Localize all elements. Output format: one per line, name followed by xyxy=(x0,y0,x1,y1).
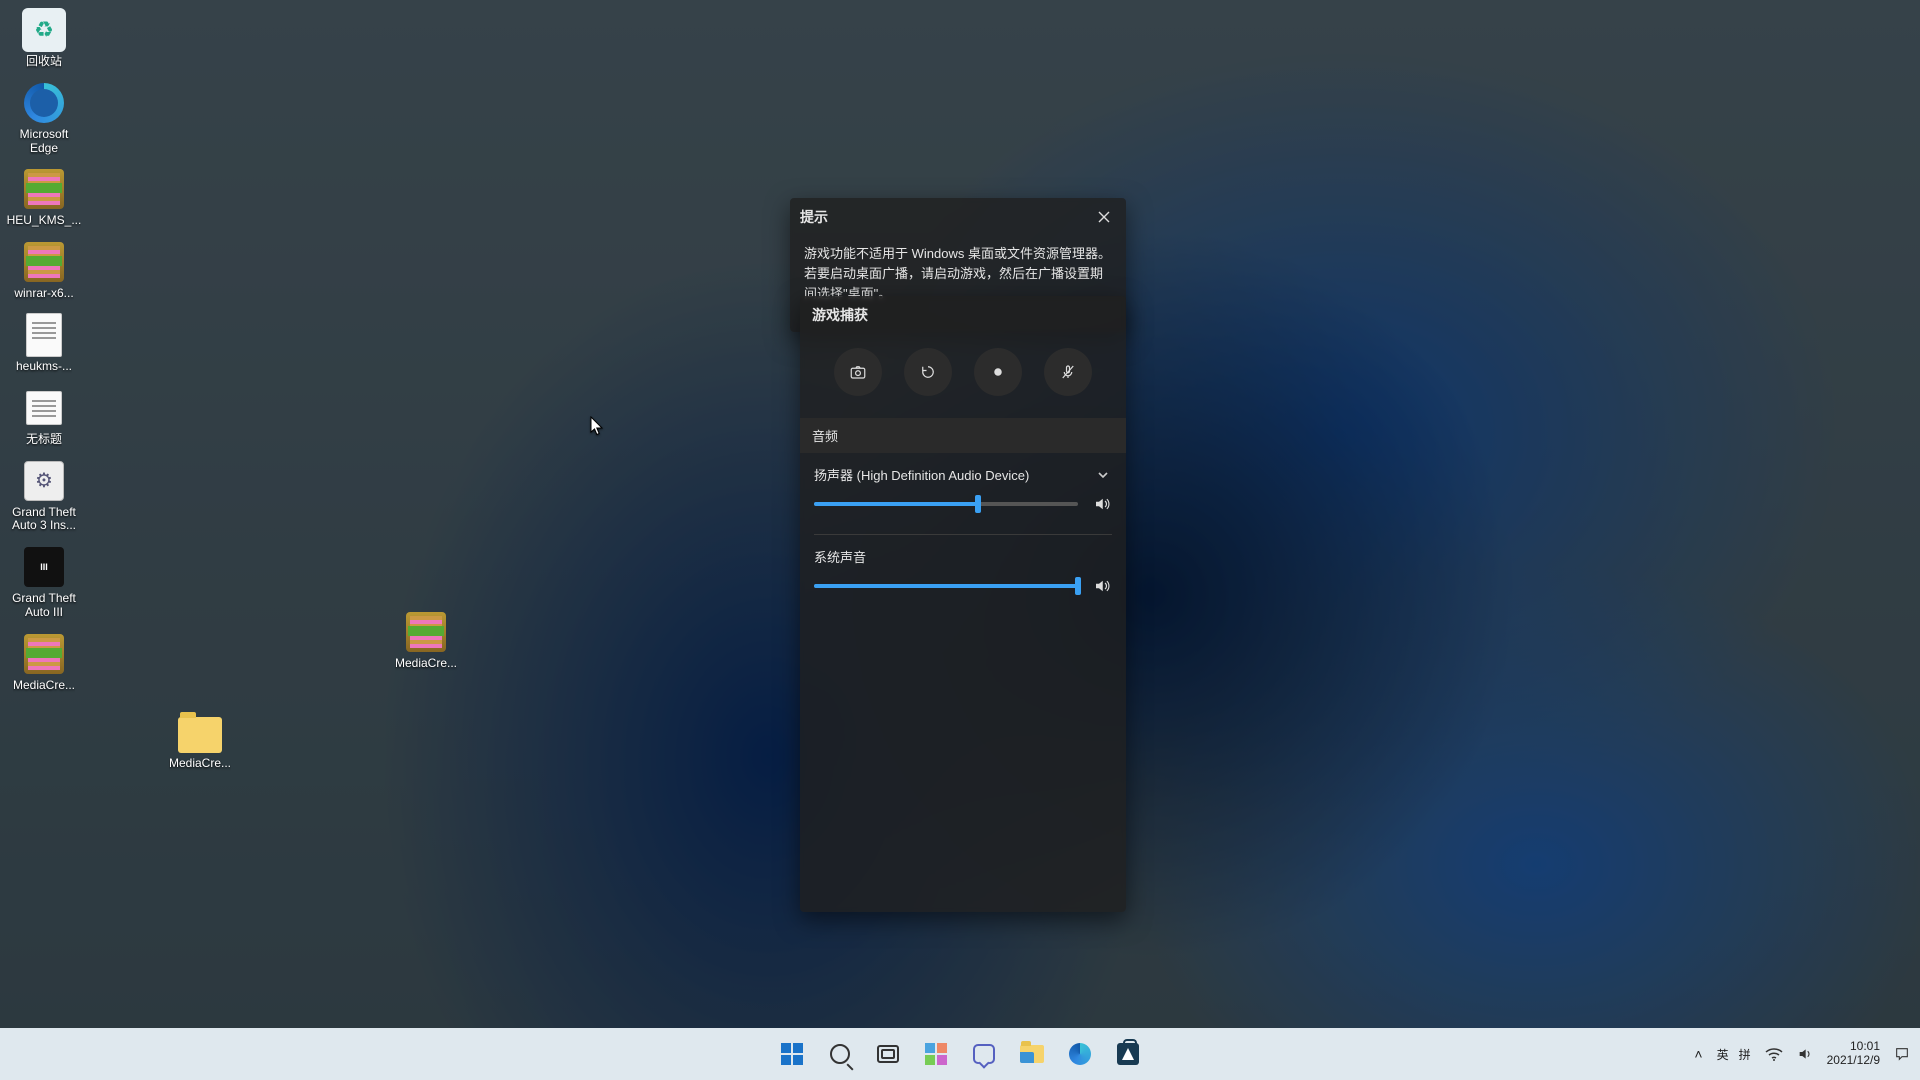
gta3-installer[interactable]: Grand Theft Auto 3 Ins... xyxy=(6,459,82,534)
mediacreation-folder[interactable]: MediaCre... xyxy=(162,710,238,771)
system-sound-label: 系统声音 xyxy=(800,545,1126,570)
capture-header[interactable]: 游戏捕获 xyxy=(800,296,1126,334)
search-button[interactable] xyxy=(819,1033,861,1075)
recycle-icon xyxy=(22,8,66,52)
audio-device-label: 扬声器 (High Definition Audio Device) xyxy=(814,465,1029,484)
taskbar: ˄ 英 拼 10:01 2021/12/9 xyxy=(0,1028,1920,1080)
icon-label: Microsoft Edge xyxy=(6,128,82,156)
audio-device-row[interactable]: 扬声器 (High Definition Audio Device) xyxy=(800,453,1126,488)
expand-device-button[interactable] xyxy=(1094,466,1112,484)
camera-icon xyxy=(849,363,867,381)
capture-title: 游戏捕获 xyxy=(812,305,868,325)
icon-label: winrar-x6... xyxy=(14,287,73,301)
taskview-button[interactable] xyxy=(867,1033,909,1075)
edge-icon xyxy=(1069,1043,1091,1065)
device-mute-button[interactable] xyxy=(1092,494,1112,514)
notifications-icon[interactable] xyxy=(1894,1046,1910,1062)
speaker-icon xyxy=(1093,577,1111,595)
icon-label: heukms-... xyxy=(16,360,72,374)
icon-label: Grand Theft Auto III xyxy=(6,592,82,620)
gta-icon: III xyxy=(24,547,64,587)
divider xyxy=(814,534,1112,535)
popup-title: 提示 xyxy=(800,207,828,227)
taskbar-center xyxy=(771,1033,1149,1075)
text-file-icon xyxy=(26,391,62,425)
mic-off-icon xyxy=(1059,363,1077,381)
speaker-icon xyxy=(1093,495,1111,513)
slider-thumb[interactable] xyxy=(1075,577,1081,595)
edge-icon xyxy=(24,83,64,123)
icon-label: Grand Theft Auto 3 Ins... xyxy=(6,506,82,534)
explorer-button[interactable] xyxy=(1011,1033,1053,1075)
start-button[interactable] xyxy=(771,1033,813,1075)
icon-label: 回收站 xyxy=(26,55,62,69)
text-file-icon xyxy=(26,313,62,357)
taskview-icon xyxy=(877,1045,899,1063)
icon-label: MediaCre... xyxy=(395,657,457,671)
replay-icon xyxy=(919,363,937,381)
tray-overflow-button[interactable]: ˄ xyxy=(1694,1046,1702,1062)
close-button[interactable] xyxy=(1082,198,1126,236)
clock-date: 2021/12/9 xyxy=(1827,1054,1880,1068)
icon-label: MediaCre... xyxy=(13,679,75,693)
capture-buttons-row xyxy=(800,334,1126,418)
chat-icon xyxy=(973,1044,995,1064)
volume-icon[interactable] xyxy=(1797,1046,1813,1062)
record-icon xyxy=(989,363,1007,381)
gamebar-capture-panel: 游戏捕获 音频 扬声器 (High Definition Audio Devic… xyxy=(800,296,1126,912)
archive-icon xyxy=(24,242,64,282)
system-volume-slider[interactable] xyxy=(814,584,1078,588)
installer-icon xyxy=(24,461,64,501)
device-volume-slider[interactable] xyxy=(814,502,1078,506)
recycle-bin-icon[interactable]: 回收站 xyxy=(6,8,82,69)
system-mute-button[interactable] xyxy=(1092,576,1112,596)
slider-fill xyxy=(814,502,978,506)
widgets-button[interactable] xyxy=(915,1033,957,1075)
folder-icon xyxy=(178,717,222,753)
device-volume-row xyxy=(800,488,1126,530)
chat-button[interactable] xyxy=(963,1033,1005,1075)
folder-icon xyxy=(1020,1045,1044,1063)
system-volume-row xyxy=(800,570,1126,612)
windows-logo-icon xyxy=(781,1043,803,1065)
icon-label: MediaCre... xyxy=(169,757,231,771)
store-icon xyxy=(1117,1043,1139,1065)
screenshot-button[interactable] xyxy=(834,348,882,396)
gta3-shortcut[interactable]: III Grand Theft Auto III xyxy=(6,545,82,620)
archive-icon xyxy=(24,634,64,674)
record-button[interactable] xyxy=(974,348,1022,396)
slider-fill xyxy=(814,584,1078,588)
chevron-down-icon xyxy=(1097,469,1109,481)
audio-section-header: 音频 xyxy=(800,418,1126,453)
icon-label: 无标题 xyxy=(26,433,62,447)
heukms-text-file[interactable]: heukms-... xyxy=(6,313,82,374)
mediacreation-archive[interactable]: MediaCre... xyxy=(388,610,464,671)
edge-shortcut[interactable]: Microsoft Edge xyxy=(6,81,82,156)
widgets-icon xyxy=(925,1043,947,1065)
untitled-file[interactable]: 无标题 xyxy=(6,386,82,447)
clock-time: 10:01 xyxy=(1850,1040,1880,1054)
icon-label: HEU_KMS_... xyxy=(7,214,82,228)
winrar-shortcut[interactable]: winrar-x6... xyxy=(6,240,82,301)
clock[interactable]: 10:01 2021/12/9 xyxy=(1827,1040,1880,1068)
record-last-button[interactable] xyxy=(904,348,952,396)
archive-icon xyxy=(406,612,446,652)
ime-indicator-2[interactable]: 拼 xyxy=(1739,1046,1751,1063)
close-icon xyxy=(1098,211,1110,223)
popup-header[interactable]: 提示 xyxy=(790,198,1126,236)
slider-thumb[interactable] xyxy=(975,495,981,513)
wifi-icon[interactable] xyxy=(1765,1047,1783,1061)
mic-toggle-button[interactable] xyxy=(1044,348,1092,396)
edge-taskbar-button[interactable] xyxy=(1059,1033,1101,1075)
mediacreation-exe[interactable]: MediaCre... xyxy=(6,632,82,693)
system-tray: ˄ 英 拼 10:01 2021/12/9 xyxy=(1694,1040,1910,1068)
heu-kms-shortcut[interactable]: HEU_KMS_... xyxy=(6,167,82,228)
archive-icon xyxy=(24,169,64,209)
search-icon xyxy=(830,1044,850,1064)
ime-indicator-1[interactable]: 英 xyxy=(1717,1046,1729,1063)
desktop-icon-column: 回收站 Microsoft Edge HEU_KMS_... winrar-x6… xyxy=(6,8,82,693)
store-button[interactable] xyxy=(1107,1033,1149,1075)
